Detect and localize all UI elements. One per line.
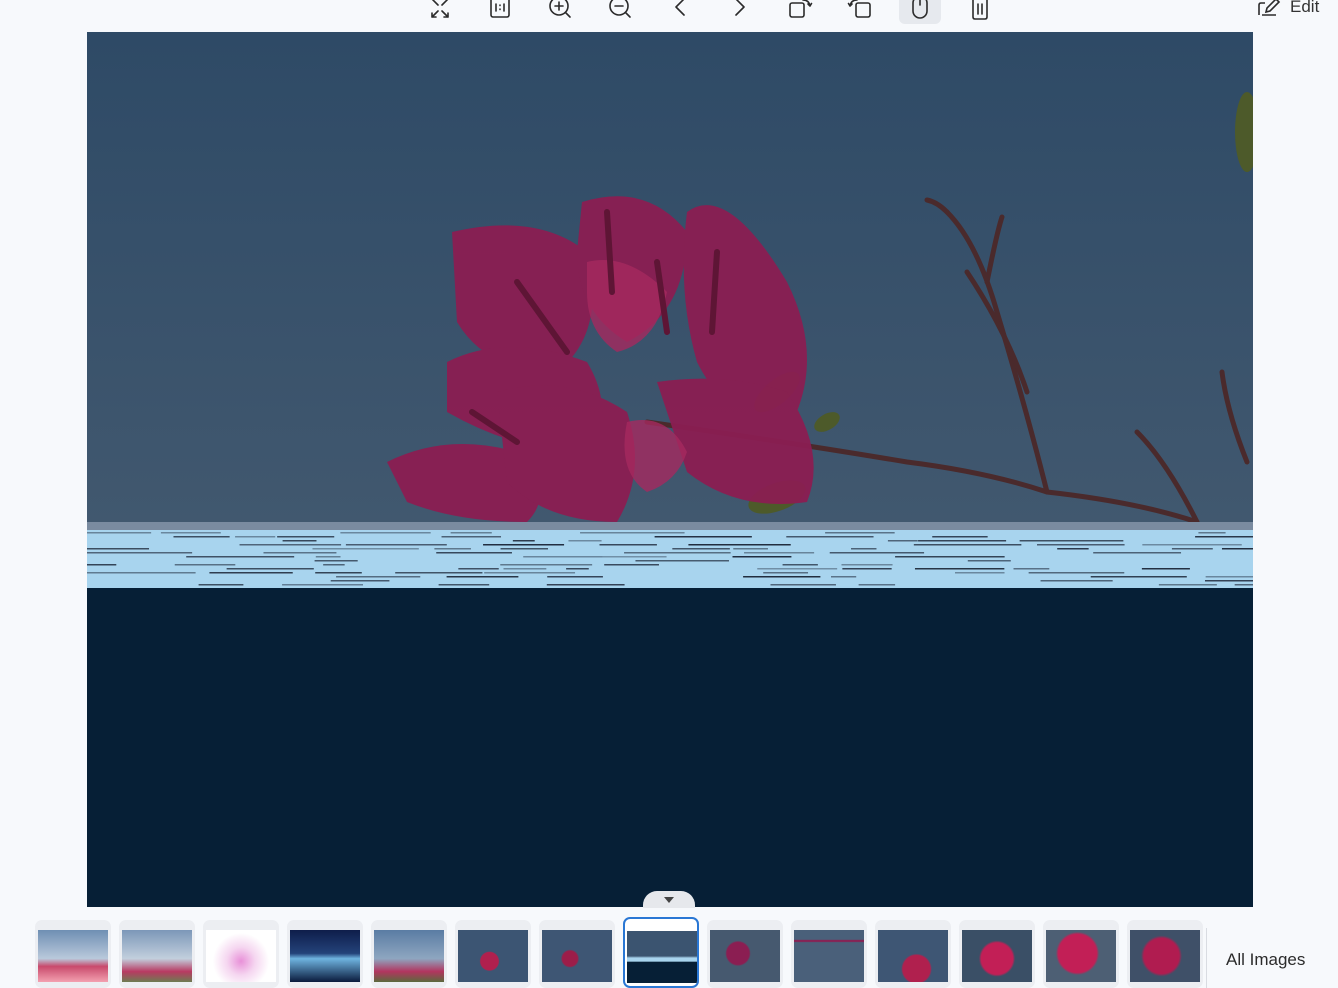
filmstrip-thumbnail[interactable] — [203, 920, 279, 988]
filmstrip-divider — [1206, 928, 1207, 988]
thumbnail-image — [627, 931, 697, 983]
filmstrip-thumbnail[interactable] — [119, 920, 195, 988]
fullscreen-icon — [431, 0, 449, 18]
delete-button[interactable] — [959, 0, 1001, 24]
filmstrip: All Images — [0, 912, 1338, 988]
thumbnail-image — [38, 930, 108, 982]
filmstrip-thumbnail[interactable] — [455, 920, 531, 988]
rotate-right-icon — [789, 0, 813, 18]
thumbnail-image — [710, 930, 780, 982]
filmstrip-thumbnail[interactable] — [875, 920, 951, 988]
previous-button[interactable] — [659, 0, 701, 24]
next-button[interactable] — [719, 0, 761, 24]
thumbnail-image — [374, 930, 444, 982]
main-image — [87, 32, 1253, 907]
filmstrip-thumbnail[interactable] — [1043, 920, 1119, 988]
edit-label: Edit — [1290, 0, 1320, 16]
zoom-in-button[interactable] — [539, 0, 581, 24]
trash-icon — [972, 0, 988, 20]
thumbnail-image — [290, 930, 360, 982]
thumbnail-image — [122, 930, 192, 982]
thumbnail-image — [962, 930, 1032, 982]
filmstrip-thumbnail[interactable] — [623, 917, 699, 988]
zoom-in-icon — [549, 0, 571, 18]
actual-size-button[interactable] — [479, 0, 521, 24]
thumbnail-image — [794, 930, 864, 982]
filmstrip-collapse-handle[interactable] — [643, 891, 695, 908]
rotate-left-icon — [847, 0, 871, 18]
edit-button[interactable]: Edit — [1256, 0, 1319, 19]
zoom-out-button[interactable] — [599, 0, 641, 24]
actual-size-icon — [490, 0, 510, 18]
filmstrip-thumbnail[interactable] — [35, 920, 111, 988]
filmstrip-thumbnail[interactable] — [539, 920, 615, 988]
thumbnail-image — [206, 930, 276, 982]
chevron-left-icon — [675, 0, 685, 16]
filmstrip-thumbnail[interactable] — [959, 920, 1035, 988]
image-canvas[interactable] — [87, 32, 1253, 907]
fullscreen-button[interactable] — [419, 0, 461, 24]
filmstrip-thumbnail[interactable] — [287, 920, 363, 988]
thumbnail-image — [458, 930, 528, 982]
chevron-right-icon — [735, 0, 745, 16]
zoom-out-icon — [609, 0, 631, 18]
edit-icon — [1258, 0, 1281, 16]
thumbnail-image — [878, 930, 948, 982]
filmstrip-thumbnail[interactable] — [371, 920, 447, 988]
thumbnail-image — [1046, 930, 1116, 982]
thumbnail-image — [1130, 930, 1200, 982]
thumbnail-image — [542, 930, 612, 982]
viewer-toolbar: Edit — [0, 0, 1338, 30]
mouse-icon — [912, 0, 928, 19]
filmstrip-thumbnail[interactable] — [707, 920, 783, 988]
rotate-left-button[interactable] — [839, 0, 881, 24]
all-images-button[interactable]: All Images — [1226, 950, 1305, 970]
chevron-down-icon — [664, 897, 674, 903]
pointer-mode-button[interactable] — [899, 0, 941, 24]
filmstrip-thumbnail[interactable] — [1127, 920, 1203, 988]
filmstrip-thumbnail[interactable] — [791, 920, 867, 988]
rotate-right-button[interactable] — [779, 0, 821, 24]
